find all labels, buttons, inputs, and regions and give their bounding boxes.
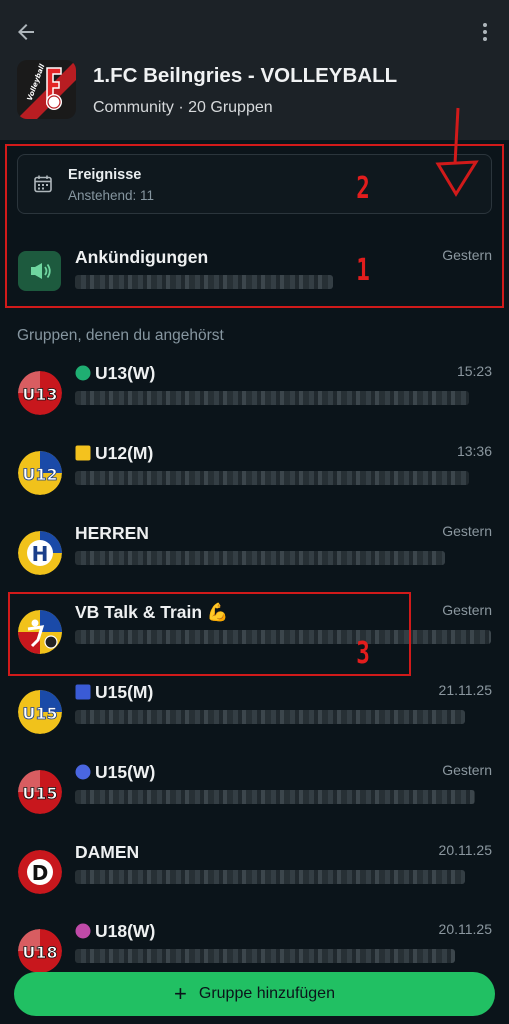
community-logo[interactable]: Volleyball bbox=[17, 60, 76, 119]
message-preview-redacted bbox=[75, 710, 465, 724]
annotation-number: 2 bbox=[356, 171, 370, 206]
more-options-icon[interactable] bbox=[473, 20, 497, 44]
group-time: Gestern bbox=[442, 523, 492, 539]
group-row-damen[interactable]: D DAMEN 20.11.25 bbox=[0, 840, 509, 912]
group-time: Gestern bbox=[442, 762, 492, 778]
message-preview-redacted bbox=[75, 471, 469, 485]
group-row-herren[interactable]: H HERREN Gestern bbox=[0, 521, 509, 593]
group-time: 15:23 bbox=[456, 363, 492, 379]
add-group-label: Gruppe hinzufügen bbox=[198, 985, 335, 1002]
message-preview-redacted bbox=[75, 391, 469, 405]
group-time: Gestern bbox=[442, 602, 492, 618]
svg-text:U12: U12 bbox=[22, 465, 57, 484]
annotation-number: 3 bbox=[356, 636, 370, 671]
page-title: 1.FC Beilngries - VOLLEYBALL bbox=[93, 64, 398, 87]
group-row-u13w[interactable]: U13 U13(W) 15:23 bbox=[0, 361, 509, 433]
yellow-square-icon bbox=[75, 445, 91, 461]
plus-icon: + bbox=[174, 981, 187, 1006]
svg-text:U15: U15 bbox=[22, 784, 57, 803]
message-preview-redacted bbox=[75, 790, 475, 804]
annotation-box-vb-talk bbox=[8, 592, 411, 676]
group-name: HERREN bbox=[75, 523, 149, 543]
message-preview-redacted bbox=[75, 551, 445, 565]
svg-text:H: H bbox=[32, 542, 49, 566]
group-row-u12m[interactable]: U12 U12(M) 13:36 bbox=[0, 441, 509, 513]
blue-square-icon bbox=[75, 684, 91, 700]
svg-text:U13: U13 bbox=[22, 385, 57, 404]
purple-circle-icon bbox=[75, 923, 91, 939]
back-arrow-icon[interactable] bbox=[14, 20, 38, 44]
svg-text:U15: U15 bbox=[22, 704, 57, 723]
group-name: DAMEN bbox=[75, 842, 140, 862]
annotation-arrow-icon bbox=[435, 107, 479, 197]
group-avatar: U15 bbox=[18, 770, 62, 814]
group-name: U13(W) bbox=[75, 363, 155, 384]
message-preview-redacted bbox=[75, 870, 465, 884]
green-circle-icon bbox=[75, 365, 91, 381]
group-avatar: U15 bbox=[18, 690, 62, 734]
group-name: U15(W) bbox=[75, 762, 155, 783]
group-avatar: U18 bbox=[18, 929, 62, 973]
section-heading: Gruppen, denen du angehörst bbox=[17, 327, 224, 344]
group-time: 20.11.25 bbox=[438, 842, 492, 858]
group-avatar: U12 bbox=[18, 451, 62, 495]
svg-text:D: D bbox=[32, 861, 49, 885]
annotation-number: 1 bbox=[356, 253, 370, 288]
group-avatar: U13 bbox=[18, 371, 62, 415]
group-time: 13:36 bbox=[456, 443, 492, 459]
svg-text:U18: U18 bbox=[22, 943, 57, 962]
group-name: U15(M) bbox=[75, 682, 153, 703]
add-group-button[interactable]: + Gruppe hinzufügen bbox=[14, 972, 495, 1016]
blue-circle-icon bbox=[75, 764, 91, 780]
message-preview-redacted bbox=[75, 949, 455, 963]
annotation-box-top bbox=[5, 144, 504, 308]
group-avatar: H bbox=[18, 531, 62, 575]
page-subtitle: Community · 20 Gruppen bbox=[93, 99, 273, 116]
group-row-u15m[interactable]: U15 U15(M) 21.11.25 bbox=[0, 680, 509, 752]
group-name: U18(W) bbox=[75, 921, 155, 942]
group-row-u15w[interactable]: U15 U15(W) Gestern bbox=[0, 760, 509, 832]
group-name: U12(M) bbox=[75, 443, 153, 464]
group-time: 20.11.25 bbox=[438, 921, 492, 937]
group-time: 21.11.25 bbox=[438, 682, 492, 698]
group-avatar: D bbox=[18, 850, 62, 894]
